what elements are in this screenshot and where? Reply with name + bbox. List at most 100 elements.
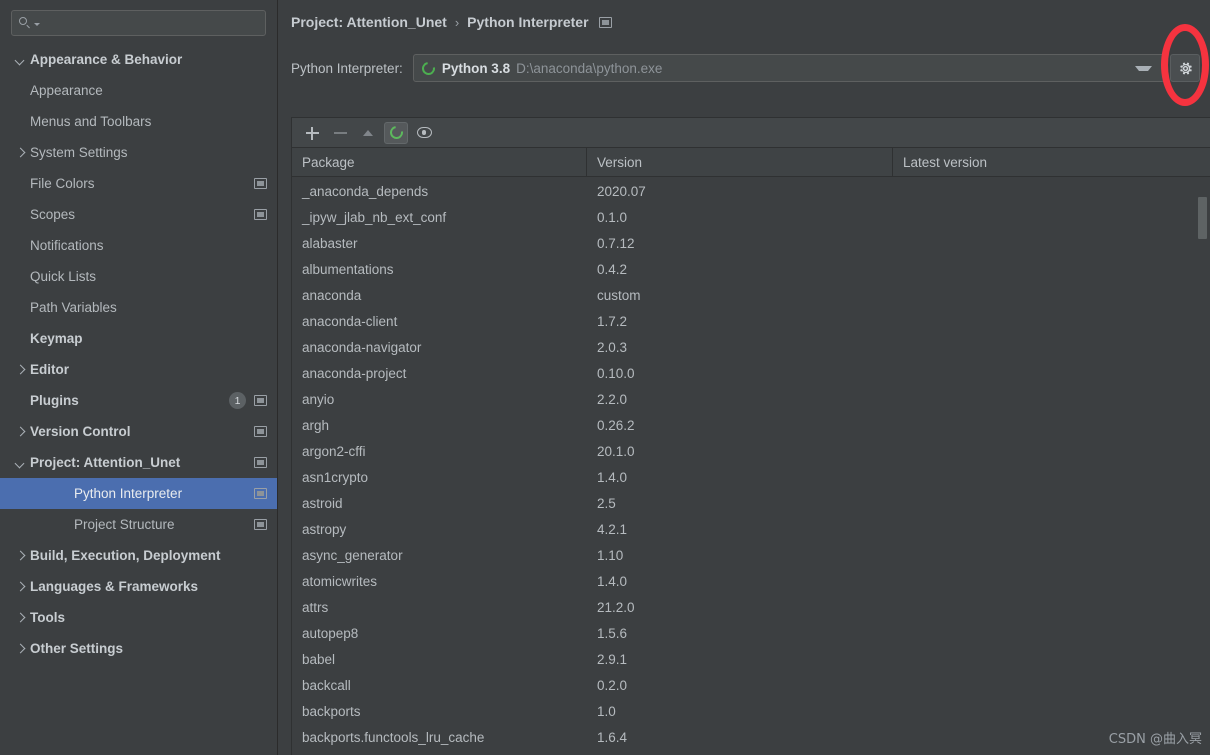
chevron-right-icon[interactable] [14,549,28,563]
sidebar-item-editor[interactable]: Editor [0,354,277,385]
table-row[interactable]: anaconda custom [292,282,1210,308]
breadcrumb-item-project[interactable]: Project: Attention_Unet [291,14,447,30]
table-row[interactable]: anaconda-navigator 2.0.3 [292,334,1210,360]
python-interpreter-select[interactable]: Python 3.8 D:\anaconda\python.exe [412,54,1165,82]
watermark: CSDN @曲入冥 [1108,732,1202,747]
table-row[interactable]: astropy 4.2.1 [292,516,1210,542]
chevron-right-icon[interactable] [14,146,28,160]
search-box[interactable] [11,10,266,36]
sidebar-item-python-interpreter[interactable]: Python Interpreter [0,478,277,509]
settings-dialog: Appearance & Behavior Appearance Menus and… [0,0,1210,755]
packages-scrollbar-thumb[interactable] [1198,197,1207,239]
cell-package: argh [302,417,330,433]
breadcrumb-item-python-interpreter[interactable]: Python Interpreter [467,14,588,30]
sidebar-item-label: Appearance & Behavior [30,52,183,67]
cell-version: 0.4.2 [597,261,628,277]
table-row[interactable]: attrs 21.2.0 [292,594,1210,620]
table-row[interactable]: autopep8 1.5.6 [292,620,1210,646]
sidebar-item-label: File Colors [30,176,95,191]
sidebar-item-file-colors[interactable]: File Colors [0,168,277,199]
table-row[interactable]: astroid 2.5 [292,490,1210,516]
sidebar-item-build-execution-deployment[interactable]: Build, Execution, Deployment [0,540,277,571]
table-row[interactable]: babel 2.9.1 [292,646,1210,672]
sidebar-item-label: Python Interpreter [74,486,183,501]
python-interpreter-name: Python 3.8 [441,60,511,76]
sidebar-item-path-variables[interactable]: Path Variables [0,292,277,323]
sidebar-item-tools[interactable]: Tools [0,602,277,633]
table-row[interactable]: argon2-cffi 20.1.0 [292,438,1210,464]
remove-package-button [328,122,352,144]
table-row[interactable]: async_generator 1.10 [292,542,1210,568]
cell-package: attrs [302,599,329,615]
table-row[interactable]: anaconda-project 0.10.0 [292,360,1210,386]
packages-toolbar [292,118,1210,148]
chevron-right-icon[interactable] [14,611,28,625]
sidebar-item-label: Keymap [30,331,83,346]
sidebar-item-system-settings[interactable]: System Settings [0,137,277,168]
table-row[interactable]: albumentations 0.4.2 [292,256,1210,282]
cell-version: 1.10 [597,547,624,563]
table-row[interactable]: asn1crypto 1.4.0 [292,464,1210,490]
chevron-down-icon[interactable] [14,456,28,470]
project-scope-icon [254,178,267,189]
sidebar-item-project-attention-unet[interactable]: Project: Attention_Unet [0,447,277,478]
gear-icon [1179,62,1192,74]
cell-version: 2.2.0 [597,391,628,407]
sidebar-item-project-structure[interactable]: Project Structure [0,509,277,540]
table-row[interactable]: anaconda-client 1.7.2 [292,308,1210,334]
column-header-latest-version[interactable]: Latest version [893,148,1193,177]
chevron-down-icon[interactable] [1135,65,1152,71]
table-row[interactable]: backports.functools_lru_cache 1.6.4 [292,724,1210,750]
sidebar-item-other-settings[interactable]: Other Settings [0,633,277,664]
table-row[interactable]: anyio 2.2.0 [292,386,1210,412]
chevron-down-icon [34,23,40,26]
sidebar-item-languages-frameworks[interactable]: Languages & Frameworks [0,571,277,602]
cell-version: 0.2.0 [597,677,628,693]
search-input[interactable] [44,15,259,31]
chevron-right-icon[interactable] [14,425,28,439]
table-row[interactable]: _ipyw_jlab_nb_ext_conf 0.1.0 [292,204,1210,230]
sidebar-item-label: Project Structure [74,517,175,532]
sidebar-item-quick-lists[interactable]: Quick Lists [0,261,277,292]
table-row[interactable]: alabaster 0.7.12 [292,230,1210,256]
chevron-right-icon[interactable] [14,580,28,594]
chevron-right-icon[interactable] [14,642,28,656]
table-row[interactable]: _anaconda_depends 2020.07 [292,178,1210,204]
cell-package: _anaconda_depends [302,183,429,199]
table-row[interactable]: argh 0.26.2 [292,412,1210,438]
conda-packages-button[interactable] [384,121,408,144]
sidebar-item-appearance[interactable]: Appearance [0,75,277,106]
table-row[interactable]: backports 1.0 [292,698,1210,724]
cell-version: 20.1.0 [597,443,635,459]
cell-package: astroid [302,495,343,511]
table-row[interactable]: atomicwrites 1.4.0 [292,568,1210,594]
sidebar-item-appearance-behavior[interactable]: Appearance & Behavior [0,44,277,75]
sidebar-item-plugins[interactable]: Plugins 1 [0,385,277,416]
minus-icon [333,126,347,139]
interpreter-settings-gear-button[interactable] [1170,54,1200,82]
sidebar-item-keymap[interactable]: Keymap [0,323,277,354]
sidebar-item-notifications[interactable]: Notifications [0,230,277,261]
packages-scrollbar[interactable] [1198,178,1207,755]
sidebar-item-menus-and-toolbars[interactable]: Menus and Toolbars [0,106,277,137]
chevron-right-icon[interactable] [14,363,28,377]
table-row[interactable]: backcall 0.2.0 [292,672,1210,698]
column-header-package[interactable]: Package [292,147,587,177]
sidebar-item-scopes[interactable]: Scopes [0,199,277,230]
show-early-releases-button[interactable] [412,122,436,144]
packages-panel: Package Version Latest version _anaconda_d… [291,117,1210,755]
add-package-button[interactable] [300,122,324,144]
sidebar-item-label: Path Variables [30,300,117,315]
column-header-version[interactable]: Version [587,147,893,177]
cell-version: 4.2.1 [597,521,628,537]
chevron-down-icon[interactable] [14,53,28,67]
settings-main-panel: Project: Attention_Unet › Python Interpr… [278,0,1210,755]
cell-version: 0.7.12 [597,235,635,251]
sidebar-item-version-control[interactable]: Version Control [0,416,277,447]
